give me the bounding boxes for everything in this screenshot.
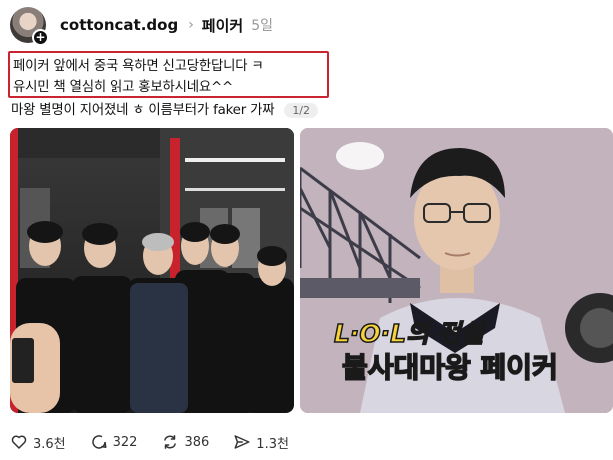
username-link[interactable]: cottoncat.dog: [60, 16, 178, 34]
post-timestamp: 5일: [251, 18, 273, 34]
chevron-right-icon: ›: [188, 17, 194, 33]
share-count: 1.3천: [256, 436, 289, 452]
like-count: 3.6천: [33, 436, 66, 452]
comment-button[interactable]: 322: [90, 433, 138, 451]
post-body-row: 마왕 별명이 지어졌네 ㅎ 이름부터가 faker 가짜 1/2: [11, 100, 319, 121]
follow-plus-icon[interactable]: +: [32, 29, 49, 46]
group-photo-illustration: [10, 128, 294, 413]
comment-icon: [91, 435, 107, 449]
send-icon: [234, 435, 250, 449]
heart-icon: [11, 435, 27, 449]
image-counter-badge: 1/2: [284, 103, 319, 118]
post-text-line-1: 페이커 앞에서 중국 욕하면 신고당한답니다 ㅋ: [13, 59, 264, 74]
comment-count: 322: [112, 434, 138, 450]
post-image-1[interactable]: [10, 128, 294, 413]
like-button[interactable]: 3.6천: [10, 433, 66, 452]
post-image-2[interactable]: L·O·L의 전설 불사대마왕 페이커: [300, 128, 613, 413]
post-header: + cottoncat.dog › 페이커 5일: [10, 5, 610, 46]
repost-count: 386: [184, 434, 210, 450]
post-text-line-2: 유시민 책 열심히 읽고 홍보하시네요^^: [13, 80, 234, 95]
share-button[interactable]: 1.3천: [233, 433, 289, 452]
avatar[interactable]: +: [10, 7, 49, 46]
repost-button[interactable]: 386: [161, 433, 209, 451]
highlighted-text-box: 페이커 앞에서 중국 욕하면 신고당한답니다 ㅋ 유시민 책 열심히 읽고 홍보…: [8, 51, 329, 98]
action-bar: 3.6천 322 386 1.3천: [10, 430, 313, 454]
repost-icon: [164, 435, 177, 449]
topic-tag[interactable]: 페이커: [202, 15, 243, 36]
post-text-line-3: 마왕 별명이 지어졌네 ㅎ 이름부터가 faker 가짜: [11, 103, 275, 118]
caption-bottom: 불사대마왕 페이커: [341, 350, 558, 385]
caption-top: L·O·L의 전설: [333, 318, 484, 349]
